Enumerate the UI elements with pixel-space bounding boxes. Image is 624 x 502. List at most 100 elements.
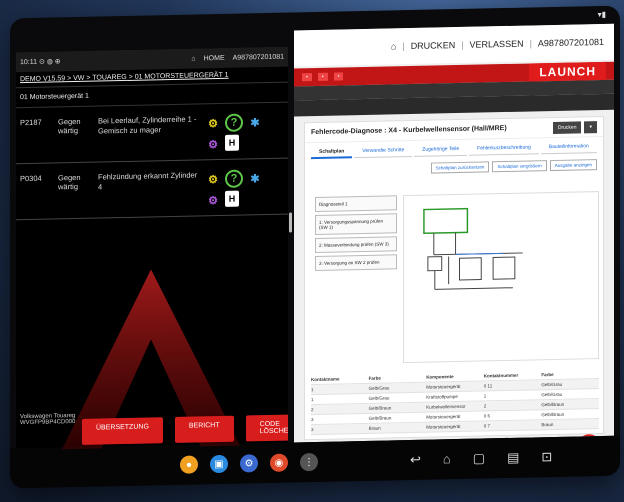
dtc-code: P2187 [20,117,42,128]
table-cell: 0 11 [483,383,493,389]
reset-diagram-button[interactable]: Schaltplan zurücksetzen [430,161,490,174]
table-cell: 1 [311,397,314,403]
chrome-icon[interactable]: ◉ [270,453,288,472]
table-cell: 2 [483,403,487,409]
right-pane: ⌂ | DRUCKEN | VERLASSEN | A987807201081 … [294,23,614,443]
step-item[interactable]: 3: Versorgung an SW 2 prüfen [315,254,397,271]
print-link[interactable]: DRUCKEN [411,40,456,51]
step-item[interactable]: 2: Masseverbindung prüfen (SW 3) [315,236,397,253]
table-cell: 2 [311,407,314,413]
hotline-icon[interactable]: H [225,134,239,151]
step-item[interactable]: Diagnoseteil 1 [315,195,397,212]
table-cell: Motorsteuergerät [426,413,461,420]
table-cell: 1 [311,387,314,393]
table-header: Kontaktname [311,376,340,383]
dtc-status: Gegen wärtig [58,116,81,136]
table-cell: Braun [368,425,381,431]
card-menu-button[interactable]: ▾ [584,121,597,134]
zoom-diagram-button[interactable]: Schaltplan vergrößern [492,160,547,173]
vci-icon[interactable]: ⊡ [541,449,552,465]
app-icon[interactable]: ● [180,455,198,474]
app-drawer-icon[interactable]: ⋮ [300,452,318,472]
dtc-row[interactable]: P2187 Gegen wärtig Bei Leerlauf, Zylinde… [16,102,288,165]
table-cell: 3 [311,417,314,423]
show-output-button[interactable]: Ausgabe anzeigen [549,159,597,172]
freeze-frame-icon[interactable]: ✱ [246,113,264,131]
step-list: Diagnoseteil 1 1: Versorgungsspannung pr… [315,195,397,274]
dtc-row[interactable]: P0304 Gegen wärtig Fehlzündung erkannt Z… [16,158,288,221]
gallery-icon[interactable]: ▣ [210,454,228,474]
exit-link[interactable]: VERLASSEN [470,39,524,50]
home-link[interactable]: HOME [204,54,225,61]
help-icon[interactable]: ? [225,169,243,188]
serial-number: A987807201081 [232,53,284,62]
table-cell: Gelb/Grau [541,391,563,398]
home-icon[interactable]: ⌂ [443,451,451,467]
table-cell: Gelb/Grau [368,395,390,401]
table-cell: Motorsteuergerät [426,383,461,390]
card-print-button[interactable]: Drucken [552,121,582,135]
tab-schaltplan[interactable]: Schaltplan [311,146,353,160]
table-header: Farbe [368,375,381,381]
settings-icon[interactable]: ⚙ [240,454,258,473]
tab-component-info[interactable]: Bauteilinformation [540,141,597,155]
dtc-code: P0304 [20,173,42,184]
table-cell: Gelb/Braun [368,405,392,411]
hotline-icon[interactable]: H [225,190,239,207]
table-cell: 0 6 [483,413,491,419]
table-header: Kontaktnummer [483,372,519,379]
table-cell: Gelb/Braun [541,411,565,418]
module-tab[interactable]: ▪ [302,73,312,82]
help-icon[interactable]: ? [225,113,243,132]
left-pane: 10:11 ⊙ ◍ ⊕ ⌂ HOME A987807201081 DEMO V1… [16,46,288,451]
split-divider-handle[interactable] [289,212,292,233]
recents-icon[interactable]: ▢ [473,450,485,466]
right-top-bar: ⌂ | DRUCKEN | VERLASSEN | A987807201081 [294,23,614,67]
clear-codes-button[interactable]: CODE LÖSCHEN [245,414,288,442]
diagnose-icon[interactable]: ⚙ [204,135,222,153]
table-cell: 0 7 [483,423,491,429]
wiring-diagram[interactable] [403,191,599,364]
status-time: 10:11 ⊙ ◍ ⊕ [20,58,61,67]
table-cell: Gelb/Braun [368,415,392,421]
tablet-device: ▾▮ 10:11 ⊙ ◍ ⊕ ⌂ HOME A987807201081 DEMO… [10,5,620,489]
table-cell: Motorsteuergerät [426,423,461,430]
table-header: Komponente [426,374,454,380]
dtc-status: Gegen wärtig [58,172,81,192]
vehicle-info: Volkswagen Touareg WVGFP9BP4CD000 [20,413,75,426]
home-icon[interactable]: ⌂ [191,55,195,62]
table-cell: Gelb/Grau [541,381,563,388]
module-tab[interactable]: ▪ [317,72,328,81]
tab-description[interactable]: Fehlerkurzbeschreibung [469,142,539,156]
back-icon[interactable]: ↩ [410,452,421,468]
tab-parts[interactable]: Zugehörige Teile [414,143,468,157]
repair-tools-icon[interactable]: ⚙ [204,170,222,188]
table-cell: Braun [541,422,554,428]
home-icon[interactable]: ⌂ [391,41,396,51]
repair-tools-icon[interactable]: ⚙ [204,114,222,132]
table-cell: Gelb/Braun [541,401,565,408]
table-cell: Gelb/Grau [368,385,390,391]
action-bar: ÜBERSETZUNG BERICHT CODE LÖSCHEN [82,414,288,445]
module-tab[interactable]: ▪ [333,72,344,81]
table-cell: Kurbelwellensensor [426,403,466,410]
pin-table: Kontaktname Farbe Komponente Kontaktnumm… [311,369,599,436]
table-cell: 1 [483,393,487,399]
serial-number: A987807201081 [537,36,604,49]
table-cell: 3 [311,427,314,433]
vehicle-vin: WVGFP9BP4CD000 [20,419,76,427]
table-header: Farbe [541,372,554,378]
dtc-description: Bei Leerlauf, Zylinderreihe 1 - Gemisch … [98,114,197,136]
screenshot-icon[interactable]: ▤ [507,450,519,466]
step-item[interactable]: 1: Versorgungsspannung prüfen (SW 1) [315,213,397,235]
diagnose-icon[interactable]: ⚙ [204,191,222,209]
report-button[interactable]: BERICHT [174,415,234,443]
translate-button[interactable]: ÜBERSETZUNG [82,417,163,445]
tab-steps[interactable]: Verwandte Schritte [354,144,413,159]
diagnosis-card: Fehlercode-Diagnose : X4 - Kurbelwellens… [304,115,604,441]
table-cell: Kraftstoffpumpe [426,394,458,400]
device-status-icons: ▾▮ [597,9,606,20]
freeze-frame-icon[interactable]: ✱ [246,169,264,187]
dtc-description: Fehlzündung erkannt Zylinder 4 [98,170,198,192]
launch-logo: LAUNCH [529,61,606,82]
